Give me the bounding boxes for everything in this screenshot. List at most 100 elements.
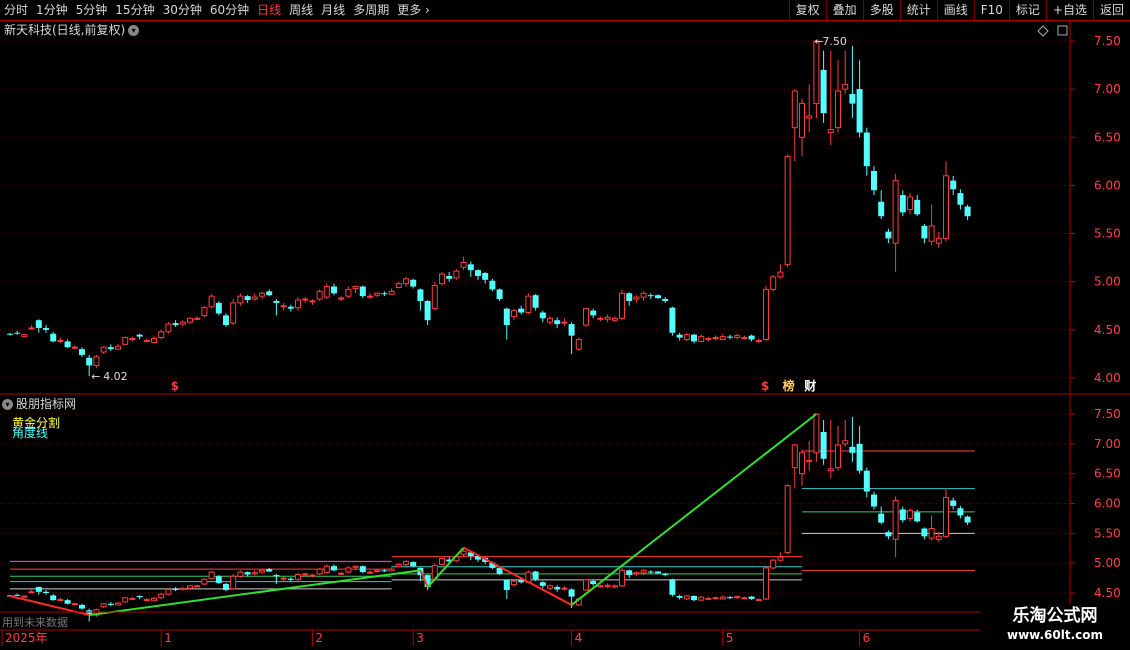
stock-title[interactable]: 新天科技(日线,前复权) ▾: [4, 22, 140, 38]
candle-body-down: [223, 315, 229, 326]
candle-body-down: [266, 569, 273, 572]
candle-body-down: [244, 572, 251, 575]
dropdown-icon[interactable]: ▾: [2, 399, 13, 410]
candle-body-down: [43, 327, 49, 330]
candle-body-down: [79, 604, 85, 609]
candle-body-down: [662, 299, 669, 301]
candle-body-up: [201, 578, 208, 585]
candle-body-up: [259, 292, 265, 297]
candle-body-down: [676, 334, 683, 338]
y-tick-label: 5.00: [1094, 275, 1121, 289]
candle-body-up: [763, 567, 769, 600]
x-axis-label: 4: [575, 631, 583, 645]
candle-body-down: [849, 446, 856, 453]
candle-body-down: [172, 588, 179, 591]
candle-body-up: [302, 573, 309, 576]
axes: [0, 20, 1130, 650]
arrow-left-icon: ←: [91, 370, 100, 383]
stock-chart[interactable]: 7.50 7.00 6.50 6.00 5.50 5.00 4.50 4.00 7.50 7.00…: [0, 0, 1130, 650]
candle-body-up: [511, 310, 517, 317]
diamond-icon: [1037, 25, 1049, 37]
candle-body-up: [352, 565, 359, 568]
candle-body-down: [482, 273, 489, 280]
candle-body-up: [907, 196, 913, 211]
candle-body-up: [611, 317, 618, 321]
candle-body-down: [957, 508, 964, 516]
candle-body-up: [525, 295, 532, 314]
candle-body-up: [259, 569, 265, 573]
candle-body-up: [597, 317, 604, 320]
candle-body-up: [71, 346, 78, 349]
candle-body-up: [115, 345, 121, 350]
candle-body-down: [914, 199, 921, 215]
candle-body-down: [331, 286, 337, 294]
candle-body-down: [107, 603, 114, 605]
candle-body-up: [367, 571, 373, 574]
candle-body-up: [698, 596, 705, 601]
candle-body-down: [676, 595, 683, 598]
future-data-note: 用到未来数据: [2, 616, 68, 629]
candle-body-up: [453, 270, 460, 279]
candle-body-up: [561, 587, 568, 590]
candle-body-up: [21, 595, 28, 598]
candle-body-up: [683, 595, 690, 600]
y-tick-label: 6.50: [1094, 467, 1121, 481]
stock-title-text: 新天科技(日线,前复权): [4, 23, 126, 37]
candle-body-down: [554, 587, 561, 590]
candle-body-up: [129, 597, 136, 600]
candle-body-down: [957, 193, 964, 205]
candle-body-down: [503, 308, 510, 326]
candle-body-up: [71, 603, 78, 606]
candle-body-up: [439, 557, 445, 565]
candle-body-up: [316, 290, 323, 300]
candle-body-down: [331, 566, 337, 571]
watermark-url: www.60lt.com: [1006, 628, 1104, 642]
candle-body-down: [50, 595, 57, 601]
y-tick-label: 5.00: [1094, 556, 1121, 570]
candle-body-up: [799, 452, 805, 475]
candle-body-up: [187, 317, 193, 323]
candle-body-down: [467, 264, 474, 271]
candle-body-up: [712, 337, 719, 340]
candle-body-up: [813, 40, 820, 105]
candle-body-up: [935, 535, 942, 540]
x-axis-label: 2: [315, 631, 323, 645]
candle-body-up: [813, 413, 820, 454]
candle-body-down: [964, 206, 971, 217]
candle-body-up: [187, 585, 193, 589]
candle-body-down: [849, 93, 856, 104]
indicator-title[interactable]: ▾ 股朋指标网: [2, 396, 76, 412]
indicator-candles: [7, 413, 971, 622]
candle-body-up: [511, 580, 517, 586]
x-axis-label: 5: [726, 631, 734, 645]
candle-body-down: [885, 231, 892, 239]
candle-body-up: [734, 596, 741, 599]
candle-body-up: [338, 572, 345, 575]
candle-body-up: [640, 569, 647, 574]
candle-body-down: [727, 597, 733, 599]
candle-body-down: [899, 195, 906, 213]
candle-body-down: [590, 310, 597, 316]
y-tick-label: 4.50: [1094, 586, 1121, 600]
dropdown-icon[interactable]: ▾: [128, 25, 140, 36]
candle-body-down: [863, 132, 870, 167]
candle-body-down: [727, 336, 733, 338]
candle-body-up: [842, 440, 849, 445]
candle-body-up: [827, 468, 834, 472]
candle-body-down: [669, 579, 676, 595]
candle-body-up: [230, 575, 237, 590]
candle-body-up: [338, 297, 345, 300]
candle-body-down: [885, 532, 892, 537]
candle-body-down: [424, 300, 431, 321]
candle-body-down: [518, 308, 525, 313]
y-tick-label: 6.00: [1094, 497, 1121, 511]
candle-body-up: [28, 591, 35, 594]
y-tick-label: 7.00: [1094, 437, 1121, 451]
candle-body-up: [280, 577, 287, 580]
candle-body-up: [777, 556, 784, 561]
candle-body-down: [568, 589, 575, 597]
candle-body-up: [835, 90, 841, 129]
candle-body-up: [619, 292, 625, 319]
y-tick-label: 7.50: [1094, 407, 1121, 421]
candle-body-down: [273, 575, 280, 577]
